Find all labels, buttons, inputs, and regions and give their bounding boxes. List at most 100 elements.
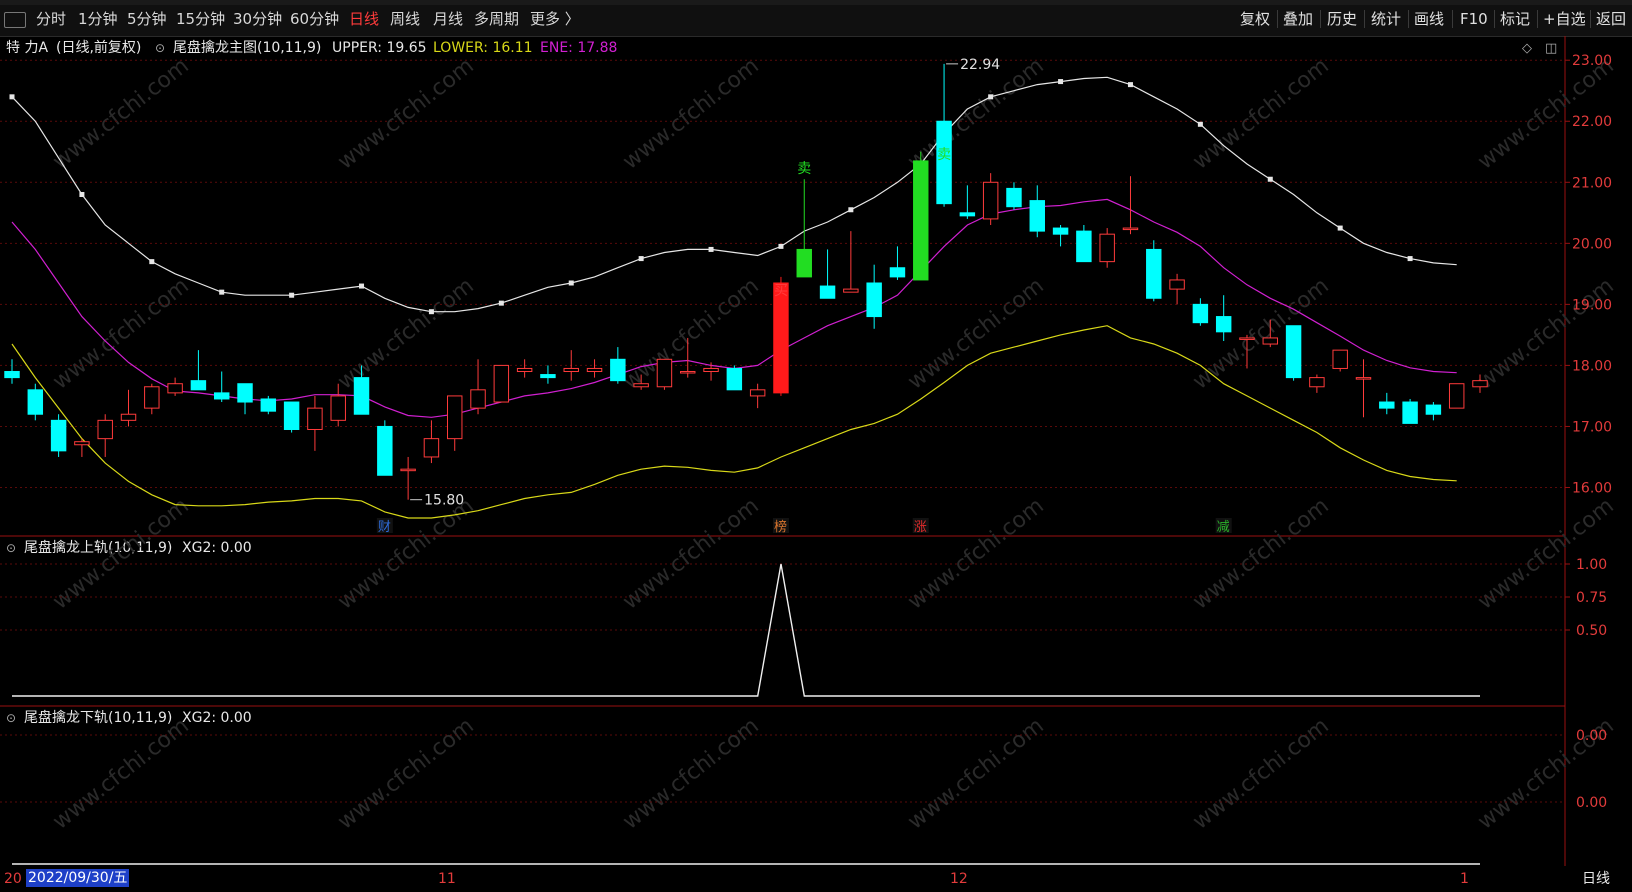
candle xyxy=(144,383,160,415)
candle xyxy=(982,173,999,226)
month-label-dec: 12 xyxy=(950,871,968,887)
candle xyxy=(540,365,556,384)
candle-body xyxy=(1122,227,1139,231)
candle xyxy=(213,371,230,403)
candle-body xyxy=(889,267,906,278)
event-tag: 减 xyxy=(1217,520,1230,535)
candle-body xyxy=(563,367,579,373)
watermark-text: www.cfchi.com xyxy=(903,273,1048,394)
month-label-nov: 11 xyxy=(438,871,456,887)
candle-body xyxy=(1332,349,1348,369)
candle xyxy=(796,179,812,278)
period-label[interactable]: 日线 xyxy=(1582,870,1610,888)
candle-body xyxy=(97,419,113,440)
watermark-text: www.cfchi.com xyxy=(1473,273,1618,394)
candle-body xyxy=(1262,337,1279,345)
watermark-text: www.cfchi.com xyxy=(903,713,1048,834)
candle-body xyxy=(283,401,300,430)
price-tick-label: 23.00 xyxy=(1572,53,1612,69)
candle-body xyxy=(493,364,510,403)
high-price-label: 22.94 xyxy=(960,57,1000,73)
watermark-text: www.cfchi.com xyxy=(618,53,763,174)
candle xyxy=(959,185,976,219)
candle-body xyxy=(1146,248,1162,299)
candle xyxy=(610,347,626,384)
candle xyxy=(377,420,393,476)
candle-body xyxy=(703,367,719,373)
candle-body xyxy=(540,374,556,379)
candle xyxy=(1076,225,1092,263)
watermark-text: www.cfchi.com xyxy=(48,713,193,834)
price-tick-label: 18.00 xyxy=(1572,358,1612,374)
band-marker xyxy=(988,94,994,100)
band-marker xyxy=(79,191,85,197)
band-marker xyxy=(428,309,434,315)
band-marker xyxy=(9,94,15,100)
candle xyxy=(1029,185,1045,238)
band-marker xyxy=(778,243,784,249)
candle-body xyxy=(959,212,976,217)
band-marker xyxy=(498,300,504,306)
watermark-text: www.cfchi.com xyxy=(618,713,763,834)
candle-body xyxy=(144,386,160,409)
band-marker xyxy=(1058,79,1064,85)
band-marker xyxy=(1337,225,1343,231)
price-tick-label: 21.00 xyxy=(1572,175,1612,191)
candle-body xyxy=(610,358,626,382)
candle xyxy=(97,414,113,457)
event-tag: 榜 xyxy=(774,519,787,535)
trade-signal-label: 买 xyxy=(774,283,788,299)
candle-body xyxy=(260,398,277,412)
candle xyxy=(819,249,836,299)
candle-body xyxy=(982,181,999,220)
candle xyxy=(400,456,416,500)
price-tick-label: 22.00 xyxy=(1572,114,1612,130)
sub1-tick-label: 1.00 xyxy=(1576,557,1607,573)
candle xyxy=(726,365,743,391)
price-tick-label: 16.00 xyxy=(1572,480,1612,496)
event-tag: 涨 xyxy=(914,520,927,535)
candle xyxy=(889,246,906,280)
candle-body xyxy=(516,367,533,373)
candle-body xyxy=(423,438,440,458)
watermark-text: www.cfchi.com xyxy=(1188,273,1333,394)
date-axis: 20 2022/09/30/五 11 12 1 日线 xyxy=(0,866,1632,892)
candle-body xyxy=(167,383,183,394)
candle-body xyxy=(74,441,90,446)
candle xyxy=(1099,228,1115,268)
candle-body xyxy=(27,389,44,415)
date-left-fragment: 20 xyxy=(4,871,22,887)
candle xyxy=(656,358,673,390)
candle-body xyxy=(1076,230,1092,263)
sub2-tick-label: 0.00 xyxy=(1576,795,1607,811)
candle xyxy=(1122,176,1139,235)
candle xyxy=(470,359,486,415)
price-tick-label: 17.00 xyxy=(1572,419,1612,435)
candle-body xyxy=(1169,279,1185,290)
band-marker xyxy=(1267,176,1273,182)
event-tag: 财 xyxy=(378,520,391,535)
candle-body xyxy=(1472,380,1488,388)
candle xyxy=(120,389,137,427)
candle-body xyxy=(4,371,20,379)
band-marker xyxy=(1127,82,1133,88)
price-tick-label: 19.00 xyxy=(1572,297,1612,313)
kline-chart[interactable]: www.cfchi.com www.cfchi.com www.cfchi.com w… xyxy=(0,0,1632,866)
candle xyxy=(447,395,463,451)
candle xyxy=(50,414,67,457)
candle xyxy=(936,63,952,207)
candle xyxy=(866,264,882,329)
watermark-layer: www.cfchi.com www.cfchi.com www.cfchi.com w… xyxy=(48,53,1618,834)
candle xyxy=(1379,392,1395,415)
candle xyxy=(27,383,44,421)
candle-body xyxy=(1402,401,1418,424)
candle xyxy=(843,231,859,293)
candle-body xyxy=(1029,200,1045,232)
trade-signal-label: 卖 xyxy=(937,147,951,163)
candle xyxy=(4,359,20,384)
candle xyxy=(260,395,277,415)
watermark-text: www.cfchi.com xyxy=(333,53,478,174)
candle-body xyxy=(913,160,929,281)
candle xyxy=(586,359,603,378)
candle-body xyxy=(353,377,370,415)
